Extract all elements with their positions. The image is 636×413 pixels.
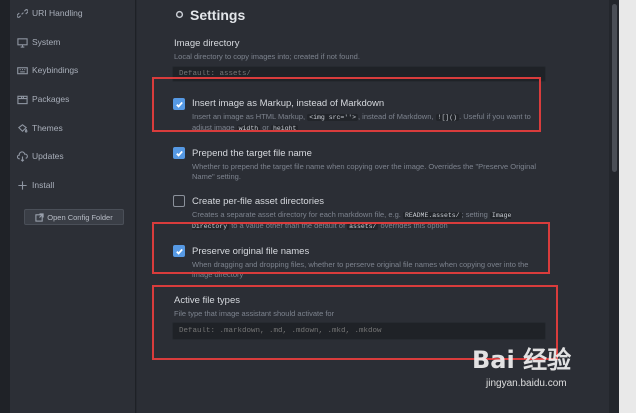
scrollbar-thumb[interactable] bbox=[612, 4, 617, 172]
per-file-directories-checkbox[interactable] bbox=[173, 195, 185, 207]
sidebar-item-label: Install bbox=[32, 180, 55, 190]
monitor-icon bbox=[16, 36, 28, 48]
sidebar-item-keybindings[interactable]: Keybindings bbox=[16, 62, 78, 78]
window-edge bbox=[619, 0, 636, 413]
sidebar-item-updates[interactable]: Updates bbox=[16, 148, 64, 164]
keyboard-icon bbox=[16, 64, 28, 76]
plus-icon bbox=[16, 179, 28, 191]
watermark-url: jingyan.baidu.com bbox=[486, 378, 567, 389]
checkmark-icon bbox=[175, 150, 183, 157]
watermark-logo: Bai 经验 bbox=[472, 346, 572, 374]
config-button-label: Open Config Folder bbox=[47, 212, 113, 222]
image-directory-description: Local directory to copy images into; cre… bbox=[174, 52, 360, 61]
sidebar-item-themes[interactable]: Themes bbox=[16, 120, 63, 136]
sidebar-item-label: URI Handling bbox=[32, 8, 83, 18]
gear-icon bbox=[175, 6, 184, 24]
highlight-box bbox=[152, 77, 541, 132]
prepend-target-label: Prepend the target file name bbox=[192, 148, 312, 159]
cloud-download-icon bbox=[16, 150, 28, 162]
open-config-folder-button[interactable]: Open Config Folder bbox=[24, 209, 124, 225]
page-title: Settings bbox=[190, 7, 246, 23]
link-icon bbox=[16, 7, 28, 19]
sidebar-item-label: Themes bbox=[32, 123, 63, 133]
sidebar-item-label: Keybindings bbox=[32, 65, 79, 75]
package-icon bbox=[16, 93, 28, 105]
left-edge bbox=[0, 0, 10, 413]
sidebar-item-install[interactable]: Install bbox=[16, 177, 54, 193]
prepend-target-description: Whether to prepend the target file name … bbox=[192, 162, 537, 181]
sidebar-item-packages[interactable]: Packages bbox=[16, 91, 69, 107]
external-link-icon bbox=[35, 212, 44, 222]
sidebar-item-system[interactable]: System bbox=[16, 34, 60, 50]
sidebar-item-label: System bbox=[32, 37, 61, 47]
sidebar-item-label: Packages bbox=[32, 94, 70, 104]
sidebar-item-label: Updates bbox=[32, 151, 64, 161]
image-directory-label: Image directory bbox=[174, 38, 240, 49]
prepend-target-checkbox[interactable] bbox=[173, 147, 185, 159]
per-file-directories-label: Create per-file asset directories bbox=[192, 196, 324, 207]
watermark: Bai 经验 jingyan.baidu.com bbox=[464, 340, 604, 395]
settings-header: Settings bbox=[175, 6, 245, 24]
sidebar-item-uri-handling[interactable]: URI Handling bbox=[16, 5, 83, 21]
highlight-box bbox=[152, 222, 550, 274]
paintcan-icon bbox=[16, 122, 28, 134]
